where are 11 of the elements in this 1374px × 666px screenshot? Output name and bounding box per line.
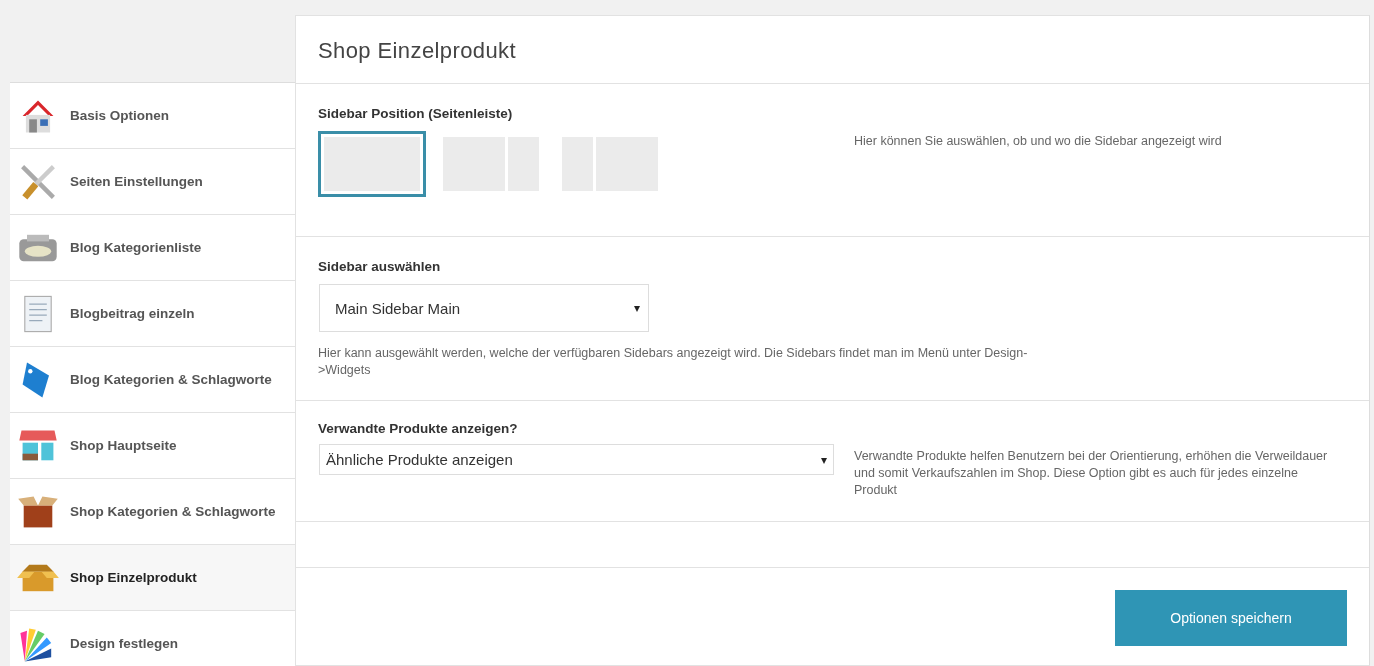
help-text: Hier kann ausgewählt werden, welche der verfügbaren Sidebars angezeigt wird. Die Sidebars findet man im Menü unter Design->Widgets	[318, 345, 1029, 379]
panel-title: Shop Einzelprodukt	[296, 16, 1369, 84]
field-label: Verwandte Produkte anzeigen?	[318, 421, 519, 436]
field-label: Sidebar Position (Seitenleiste)	[318, 106, 514, 121]
select-field[interactable]: Main Sidebar Main ▾	[319, 284, 649, 332]
layout-option[interactable]	[318, 131, 426, 197]
help-text: Hier können Sie auswählen, ob und wo die Sidebar angezeigt wird	[854, 133, 1223, 150]
select-field[interactable]: Ähnliche Produkte anzeigen ▾	[319, 444, 834, 475]
sidebar-item[interactable]: Shop Einzelprodukt	[10, 545, 295, 611]
help-text: Verwandte Produkte helfen Benutzern bei der Orientierung, erhöhen die Verweildauer und somit Verkaufszahlen im Shop. Diese Option gibt es auch für jedes einzelne Produkt	[854, 448, 1329, 499]
field-label: Sidebar auswählen	[318, 259, 442, 274]
